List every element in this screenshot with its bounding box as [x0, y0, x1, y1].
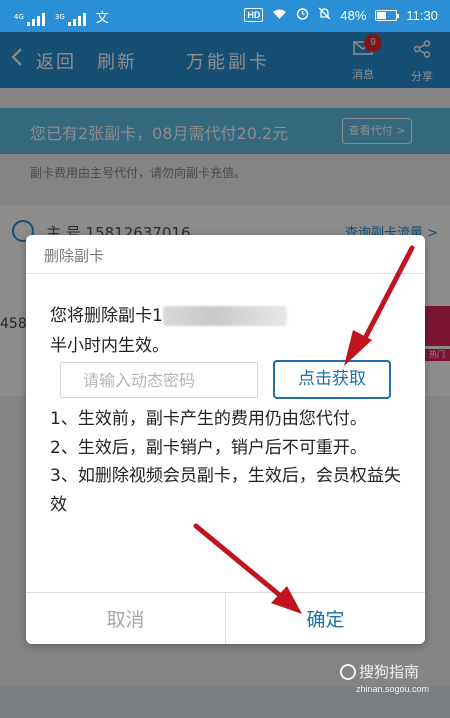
blurred-number [162, 306, 287, 326]
battery-percent: 48% [340, 7, 367, 23]
status-left: 4G 3G 文 [14, 7, 109, 26]
dialog-title-divider [26, 273, 425, 274]
get-code-button[interactable]: 点击获取 [273, 360, 391, 399]
dialog-note-2: 2、生效后，副卡销户，销户后不可重开。 [50, 437, 367, 458]
dialog-message: 您将删除副卡1 [50, 303, 287, 329]
alarm-icon [296, 7, 309, 23]
status-bar: 4G 3G 文 HD 48% 11:30 [0, 0, 450, 32]
status-right: HD 48% 11:30 [244, 7, 438, 23]
watermark-main: 搜狗指南 [359, 663, 420, 681]
hd-icon: HD [244, 8, 264, 22]
confirm-button[interactable]: 确定 [226, 593, 425, 644]
watermark-sub: zhinan.sogou.com [356, 684, 430, 694]
wifi-icon [272, 8, 287, 23]
dialog-notes: 1、生效前，副卡产生的费用仍由您代付。 2、生效后，副卡销户，销户后不可重开。 … [50, 405, 410, 519]
status-time: 11:30 [406, 7, 438, 23]
mute-bell-icon [318, 7, 331, 23]
dialog-title: 删除副卡 [44, 247, 105, 265]
signal-3g-icon: 3G [55, 13, 86, 26]
delete-card-dialog: 删除副卡 您将删除副卡1 半小时内生效。 点击获取 1、生效前，副卡产生的费用仍… [26, 235, 425, 644]
battery-icon [375, 9, 400, 21]
watermark-logo-row: 搜狗指南 [340, 661, 429, 682]
extra-status-icon: 文 [95, 11, 109, 26]
dialog-effect-text: 半小时内生效。 [50, 336, 169, 356]
watermark: 搜狗指南 zhinan.sogou.com [340, 661, 429, 694]
cancel-button[interactable]: 取消 [26, 593, 225, 644]
dialog-note-3: 3、如删除视频会员副卡，生效后，会员权益失效 [50, 466, 401, 515]
dynamic-password-input[interactable] [60, 362, 258, 398]
signal-3g-label: 3G [54, 13, 65, 21]
sogou-logo-icon [340, 663, 356, 680]
dialog-note-1: 1、生效前，副卡产生的费用仍由您代付。 [50, 409, 367, 429]
dialog-message-prefix: 您将删除副卡1 [50, 306, 163, 326]
signal-4g-icon: 4G [14, 13, 45, 26]
signal-4g-label: 4G [14, 13, 24, 21]
